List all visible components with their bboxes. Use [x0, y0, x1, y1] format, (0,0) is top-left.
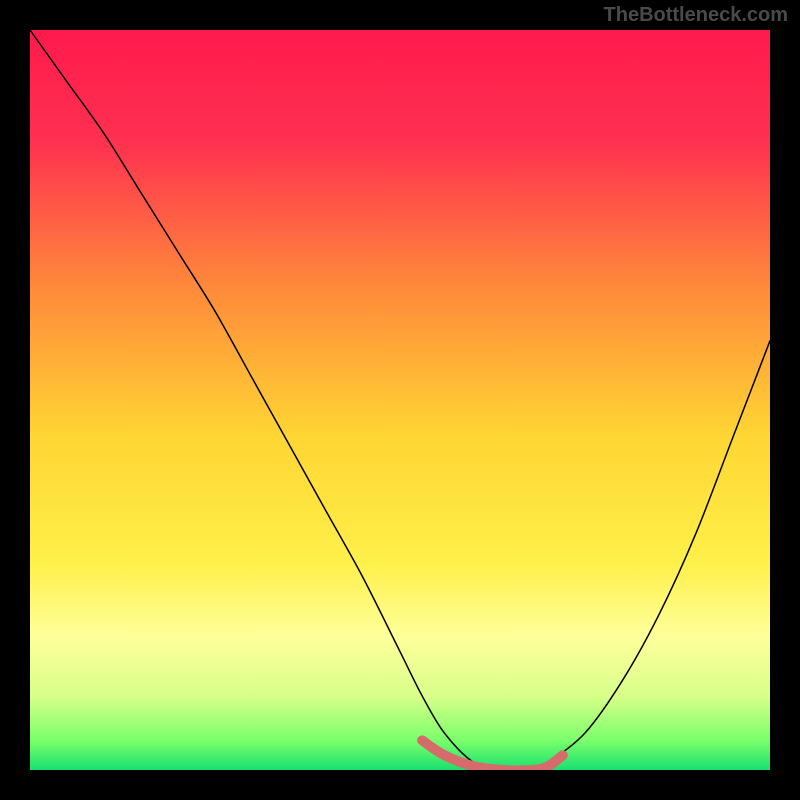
- chart-container: TheBottleneck.com: [0, 0, 800, 800]
- bottleneck-curve: [30, 30, 770, 770]
- plot-area: [30, 30, 770, 770]
- curve-layer: [30, 30, 770, 770]
- watermark-text: TheBottleneck.com: [604, 4, 788, 27]
- highlight-segment: [422, 740, 563, 770]
